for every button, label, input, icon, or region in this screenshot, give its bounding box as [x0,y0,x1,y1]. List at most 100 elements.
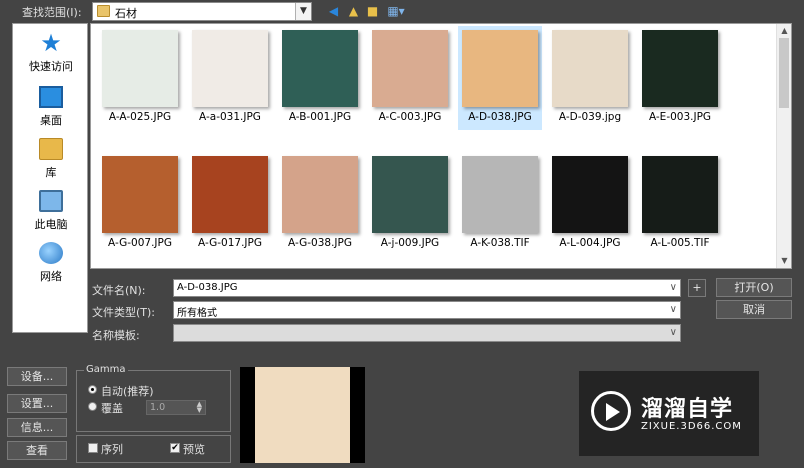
file-name: A-G-007.JPG [108,237,172,249]
image-preview [240,367,365,463]
file-name: A-C-003.JPG [378,111,442,123]
file-thumbnail[interactable]: A-G-038.JPG [278,152,362,256]
place-desktop[interactable]: 桌面 [13,86,89,128]
star-icon: ★ [40,29,62,57]
chevron-down-icon[interactable]: ∨ [670,282,677,293]
thumbnail-image [192,30,268,107]
view-button[interactable]: 查看 [7,441,67,460]
setup-button[interactable]: 设备... [7,367,67,386]
preview-label: 预览 [183,443,205,456]
file-thumbnail[interactable]: A-G-007.JPG [98,152,182,256]
open-button[interactable]: 打开(O) [716,278,792,297]
place-network[interactable]: 网络 [13,242,89,284]
file-name: A-B-001.JPG [288,111,352,123]
place-label: 此电脑 [34,218,68,231]
folder-icon [97,5,110,17]
watermark-url: ZIXUE.3D66.COM [641,421,742,432]
gamma-override-value: 1.0 [150,402,166,413]
file-thumbnail[interactable]: A-D-039.jpg [548,26,632,130]
info-button[interactable]: 信息... [7,418,67,437]
file-name: A-G-017.JPG [198,237,262,249]
add-button[interactable]: + [688,279,706,297]
file-thumbnail[interactable]: A-a-031.JPG [188,26,272,130]
thumbnail-image [102,30,178,107]
cancel-button[interactable]: 取消 [716,300,792,319]
filetype-select[interactable]: 所有格式 ∨ [173,301,681,319]
thumbnail-image [552,30,628,107]
places-bar: ★ 快速访问 桌面 库 此电脑 网络 [12,23,88,333]
file-thumbnail[interactable]: A-L-004.JPG [548,152,632,256]
network-icon [39,242,63,264]
file-name: A-K-038.TIF [470,237,530,249]
watermark: 溜溜自学 ZIXUE.3D66.COM [579,371,759,456]
gamma-override-radio[interactable] [88,402,97,411]
file-list-view[interactable]: A-A-025.JPG A-a-031.JPG A-B-001.JPG A-C-003… [90,23,792,269]
scrollbar-thumb[interactable] [779,38,789,108]
filename-input[interactable]: A-D-038.JPG ∨ [173,279,681,297]
view-menu-icon[interactable]: ▦▾ [386,4,406,18]
file-name: A-A-025.JPG [108,111,172,123]
thumbnail-image [642,156,718,233]
scroll-up-icon[interactable]: ▲ [777,24,791,38]
place-label: 快速访问 [29,60,73,73]
place-quick-access[interactable]: ★ 快速访问 [13,29,89,74]
place-label: 网络 [40,270,62,283]
thumbnail-image [552,156,628,233]
preview-checkbox[interactable]: ✔ [170,443,180,453]
filename-value: A-D-038.JPG [177,282,238,293]
file-thumbnail[interactable]: A-A-025.JPG [98,26,182,130]
settings-button[interactable]: 设置... [7,394,67,413]
thumbnail-image [192,156,268,233]
chevron-down-icon[interactable]: ∨ [670,327,677,338]
play-logo-icon [591,391,631,431]
filetype-value: 所有格式 [177,308,217,319]
file-thumbnail[interactable]: A-D-038.JPG [458,26,542,130]
file-thumbnail[interactable]: A-j-009.JPG [368,152,452,256]
thumbnail-image [372,30,448,107]
gamma-override-label: 覆盖 [101,402,123,415]
lookin-label: 查找范围(I): [22,6,82,19]
file-name: A-L-005.TIF [650,237,710,249]
gamma-auto-radio[interactable] [88,385,97,394]
options-group [76,435,231,463]
spinner-arrows-icon[interactable]: ▲ ▼ [197,401,202,414]
thumbnail-image [102,156,178,233]
file-name: A-j-009.JPG [380,237,440,249]
chevron-down-icon[interactable]: ∨ [670,304,677,315]
file-thumbnail[interactable]: A-L-005.TIF [638,152,722,256]
new-folder-icon[interactable]: ■ [365,4,380,18]
lookin-value: 石材 [115,7,137,20]
file-name: A-D-039.jpg [558,111,622,123]
gamma-override-spinner[interactable]: 1.0 ▲ ▼ [146,400,206,415]
file-thumbnail[interactable]: A-E-003.JPG [638,26,722,130]
back-icon[interactable]: ◀ [326,4,341,18]
file-name: A-L-004.JPG [559,237,621,249]
vertical-scrollbar[interactable]: ▲ ▼ [776,24,791,268]
place-this-pc[interactable]: 此电脑 [13,190,89,232]
desktop-icon [39,86,63,108]
lookin-dropdown[interactable]: 石材 ▼ [92,2,312,21]
filename-label: 文件名(N): [92,284,146,297]
up-folder-icon[interactable]: ▲ [346,4,361,18]
gamma-title: Gamma [84,364,128,375]
thumbnail-image [282,156,358,233]
thumbnail-image [462,30,538,107]
place-label: 库 [45,166,57,179]
file-name: A-G-038.JPG [288,237,352,249]
thumbnail-image [642,30,718,107]
file-name: A-E-003.JPG [648,111,712,123]
file-thumbnail[interactable]: A-G-017.JPG [188,152,272,256]
file-thumbnail[interactable]: A-K-038.TIF [458,152,542,256]
sequence-checkbox[interactable] [88,443,98,453]
thumbnail-image [372,156,448,233]
file-thumbnail[interactable]: A-C-003.JPG [368,26,452,130]
file-name: A-a-031.JPG [199,111,261,123]
place-library[interactable]: 库 [13,138,89,180]
scroll-down-icon[interactable]: ▼ [777,254,791,268]
template-select[interactable]: ∨ [173,324,681,342]
place-label: 桌面 [40,114,62,127]
thumbnail-image [282,30,358,107]
template-label: 名称模板: [92,329,140,342]
chevron-down-icon[interactable]: ▼ [295,3,311,20]
file-thumbnail[interactable]: A-B-001.JPG [278,26,362,130]
